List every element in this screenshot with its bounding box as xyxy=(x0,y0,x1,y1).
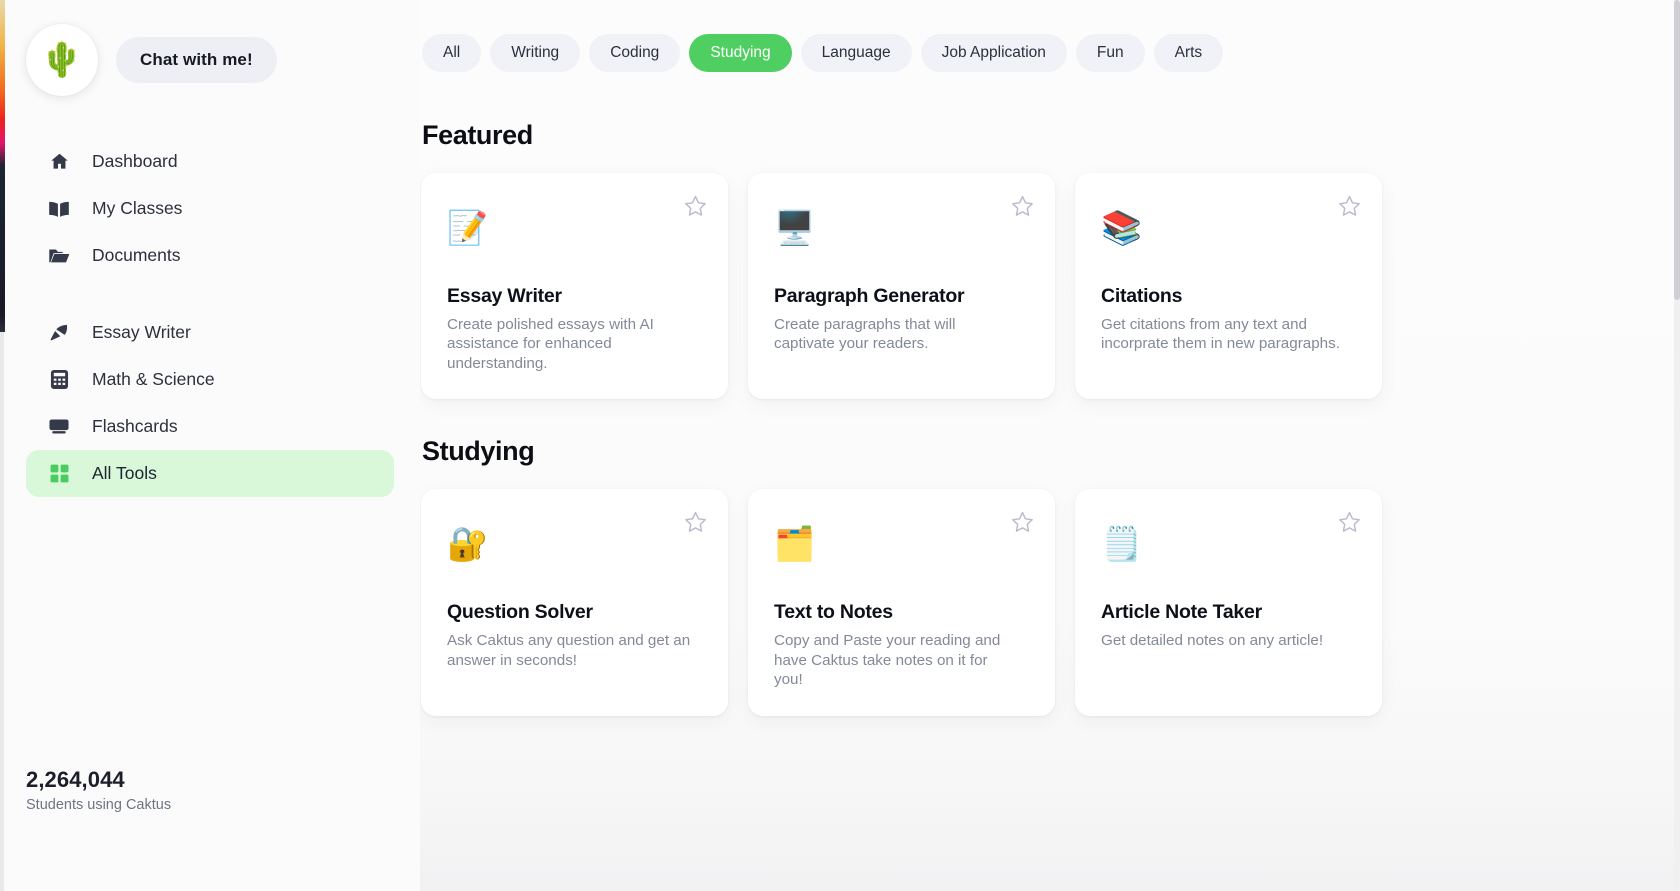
blue-notes-icon: 🗂️ xyxy=(774,517,1029,569)
tool-card-essay-writer[interactable]: 📝 Essay Writer Create polished essays wi… xyxy=(421,173,728,400)
section-title-studying: Studying xyxy=(422,436,535,467)
card-title: Article Note Taker xyxy=(1101,601,1262,624)
sidebar-item-my-classes[interactable]: My Classes xyxy=(26,185,394,232)
sidebar: 🌵 Chat with me! Dashboard My Classes Doc… xyxy=(0,0,420,891)
section-title-featured: Featured xyxy=(422,120,533,150)
sidebar-item-label: Documents xyxy=(92,245,181,265)
card-icon-glyph: 🗂️ xyxy=(774,524,816,562)
scrollbar-thumb[interactable] xyxy=(1674,0,1680,300)
sidebar-item-label: All Tools xyxy=(92,463,157,483)
tool-card-paragraph-generator[interactable]: 🖥️ Paragraph Generator Create paragraphs… xyxy=(748,173,1055,400)
left-accent-strip xyxy=(0,0,5,332)
card-description: Get citations from any text and incorpra… xyxy=(1101,316,1340,353)
card-description: Create paragraphs that will captivate yo… xyxy=(774,316,956,353)
filter-chip-writing[interactable]: Writing xyxy=(490,34,581,72)
sections-wrap: Featured 📝 Essay Writer Create polished … xyxy=(420,120,1680,716)
card-title: Citations xyxy=(1101,285,1183,307)
sidebar-item-label: Essay Writer xyxy=(92,322,191,342)
filter-chip-studying[interactable]: Studying xyxy=(689,34,792,72)
cactus-glyph: 🌵 xyxy=(40,41,84,79)
sidebar-item-label: Dashboard xyxy=(92,151,178,171)
main-content: All Writing Coding Studying Language Job… xyxy=(420,0,1680,891)
grid-icon xyxy=(48,463,70,485)
card-icon-glyph: 🔐 xyxy=(447,524,489,562)
cactus-icon[interactable]: 🌵 xyxy=(26,24,98,96)
chat-with-me-button[interactable]: Chat with me! xyxy=(116,37,277,83)
left-edge-divider xyxy=(0,332,4,891)
card-description: Get detailed notes on any article! xyxy=(1101,632,1324,650)
card-title: Text to Notes xyxy=(774,601,893,624)
app-root: 🌵 Chat with me! Dashboard My Classes Doc… xyxy=(0,0,1680,891)
card-title: Paragraph Generator xyxy=(774,285,965,307)
card-description: Copy and Paste your reading and have Cak… xyxy=(774,632,1001,689)
calculator-icon xyxy=(48,369,70,391)
sidebar-item-documents[interactable]: Documents xyxy=(26,232,394,279)
sidebar-group-primary: Dashboard My Classes Documents xyxy=(0,138,420,279)
card-description: Create polished essays with AI assistanc… xyxy=(447,316,654,372)
sidebar-item-label: Flashcards xyxy=(92,416,178,436)
card-description: Ask Caktus any question and get an answe… xyxy=(447,632,691,669)
filter-chip-language[interactable]: Language xyxy=(800,34,912,72)
filter-chip-arts[interactable]: Arts xyxy=(1153,34,1224,72)
sidebar-item-flashcards[interactable]: Flashcards xyxy=(26,403,394,450)
card-title: Question Solver xyxy=(447,601,593,624)
tool-card-question-solver[interactable]: 🔐 Question Solver Ask Caktus any questio… xyxy=(421,489,728,716)
sidebar-item-all-tools[interactable]: All Tools xyxy=(26,450,394,497)
filter-chip-job-application[interactable]: Job Application xyxy=(920,34,1067,72)
filter-chip-coding[interactable]: Coding xyxy=(589,34,681,72)
students-stats: 2,264,044 Students using Caktus xyxy=(0,767,420,891)
featured-card-grid: 📝 Essay Writer Create polished essays wi… xyxy=(421,173,1680,400)
notepad-icon: 🗒️ xyxy=(1101,517,1356,569)
sidebar-item-label: My Classes xyxy=(92,198,183,218)
gold-lock-icon: 🔐 xyxy=(447,517,702,569)
card-icon-glyph: 🗒️ xyxy=(1101,524,1143,562)
folder-icon xyxy=(48,245,70,267)
tool-card-text-to-notes[interactable]: 🗂️ Text to Notes Copy and Paste your rea… xyxy=(748,489,1055,716)
studying-card-grid: 🔐 Question Solver Ask Caktus any questio… xyxy=(421,489,1680,716)
sidebar-group-tools: Essay Writer Math & Science Flashcards A… xyxy=(0,309,420,497)
sidebar-item-label: Math & Science xyxy=(92,369,215,389)
tool-card-article-note-taker[interactable]: 🗒️ Article Note Taker Get detailed notes… xyxy=(1075,489,1382,716)
home-icon xyxy=(48,151,70,173)
sidebar-item-essay-writer[interactable]: Essay Writer xyxy=(26,309,394,356)
students-count: 2,264,044 xyxy=(26,767,125,792)
document-pencil-icon: 📝 xyxy=(447,201,702,253)
card-icon-glyph: 📚 xyxy=(1101,208,1143,246)
book-icon xyxy=(48,198,70,220)
cards-icon xyxy=(48,416,70,438)
card-icon-glyph: 🖥️ xyxy=(774,208,816,246)
citation-blocks-icon: 📚 xyxy=(1101,201,1356,253)
students-caption: Students using Caktus xyxy=(26,797,172,813)
vertical-scrollbar[interactable] xyxy=(1674,0,1680,891)
filter-chip-all[interactable]: All xyxy=(422,34,482,72)
pen-nib-icon xyxy=(48,322,70,344)
tool-card-citations[interactable]: 📚 Citations Get citations from any text … xyxy=(1075,173,1382,400)
sidebar-nav: Dashboard My Classes Documents Essay Wri… xyxy=(0,138,420,497)
sidebar-item-math-science[interactable]: Math & Science xyxy=(26,356,394,403)
sidebar-item-dashboard[interactable]: Dashboard xyxy=(26,138,394,185)
category-filter-bar: All Writing Coding Studying Language Job… xyxy=(421,0,1680,72)
monitor-pencil-icon: 🖥️ xyxy=(774,201,1029,253)
card-title: Essay Writer xyxy=(447,285,562,307)
card-icon-glyph: 📝 xyxy=(447,208,489,246)
bottom-fade-overlay xyxy=(420,799,1680,891)
filter-chip-fun[interactable]: Fun xyxy=(1075,34,1145,72)
brand-row: 🌵 Chat with me! xyxy=(0,0,420,96)
